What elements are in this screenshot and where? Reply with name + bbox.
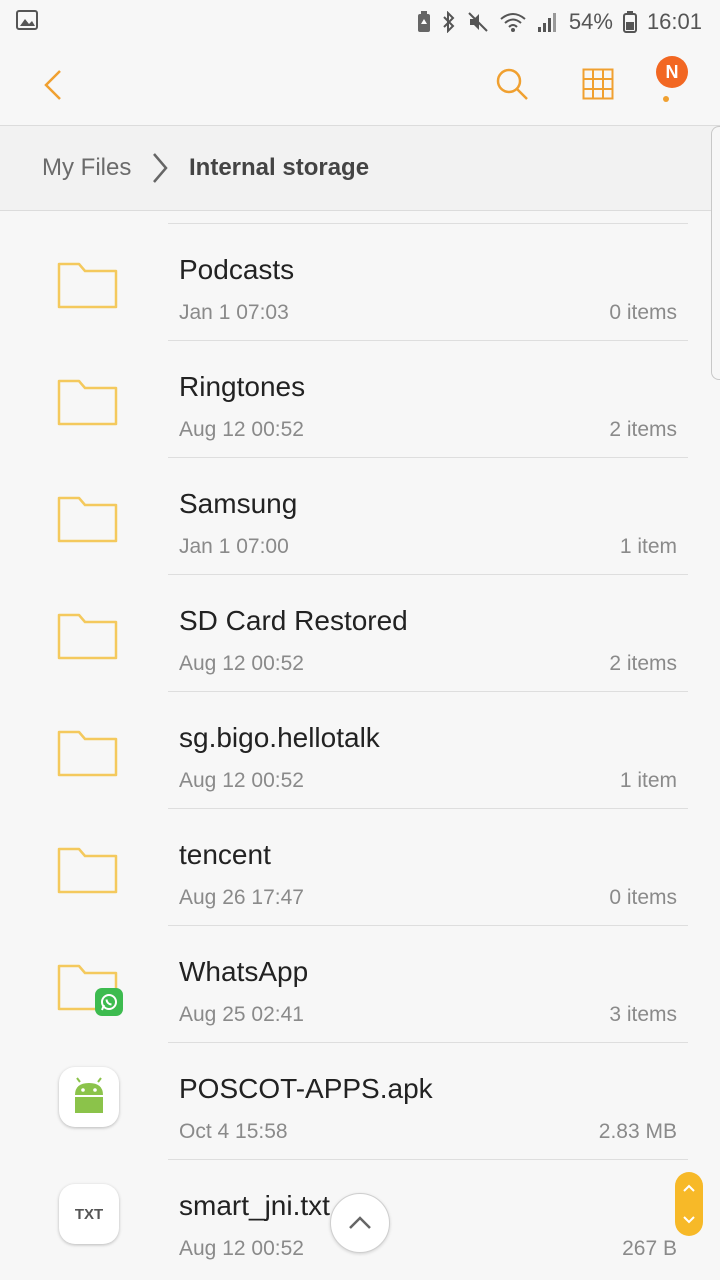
file-list: Podcasts Jan 1 07:03 0 items Ringtones A… <box>0 211 720 1280</box>
file-name: Podcasts <box>179 254 295 285</box>
file-size: 2.83 MB <box>598 1120 677 1143</box>
mute-icon <box>468 12 488 32</box>
status-icons: 54% 16:01 <box>417 8 702 36</box>
file-date: Jan 1 07:00 <box>179 535 289 558</box>
back-button[interactable] <box>30 62 76 108</box>
notification-badge: N <box>656 56 688 88</box>
file-date: Aug 12 00:52 <box>179 1237 304 1260</box>
android-apk-icon <box>59 1067 119 1127</box>
more-options-button[interactable]: N <box>640 56 700 116</box>
file-date: Oct 4 15:58 <box>179 1120 288 1143</box>
file-name: sg.bigo.hellotalk <box>179 722 380 753</box>
file-row-tencent[interactable]: tencent Aug 26 17:47 0 items <box>0 809 720 926</box>
text-file-icon: TXT <box>59 1184 119 1244</box>
grid-view-button[interactable] <box>574 60 622 108</box>
file-name: tencent <box>179 839 271 870</box>
file-name: SD Card Restored <box>179 605 408 636</box>
signal-icon <box>537 13 556 32</box>
file-date: Jan 1 07:03 <box>179 301 289 324</box>
file-row-whatsapp[interactable]: WhatsApp Aug 25 02:41 3 items <box>0 926 720 1043</box>
battery-saver-icon <box>417 11 430 32</box>
status-bar: 54% 16:01 <box>0 0 720 44</box>
file-name: WhatsApp <box>179 956 309 987</box>
file-date: Aug 12 00:52 <box>179 652 304 675</box>
app-bar: N <box>0 44 720 124</box>
bluetooth-icon <box>443 11 455 33</box>
file-row-sg-bigo-hellotalk[interactable]: sg.bigo.hellotalk Aug 12 00:52 1 item <box>0 692 720 809</box>
file-item-count: 2 items <box>609 418 677 441</box>
file-item-count: 1 item <box>619 769 677 792</box>
whatsapp-folder <box>55 956 123 1016</box>
grid-view-icon <box>582 68 614 100</box>
file-row-podcasts[interactable]: Podcasts Jan 1 07:03 0 items <box>0 224 720 341</box>
battery-percent: 54% <box>568 9 613 34</box>
file-name: Samsung <box>179 488 298 519</box>
file-item-count: 1 item <box>619 535 677 558</box>
wifi-icon <box>500 13 526 32</box>
folder-icon <box>57 379 118 426</box>
whatsapp-icon <box>95 988 123 1016</box>
file-item-count: 2 items <box>609 652 677 675</box>
file-row-samsung[interactable]: Samsung Jan 1 07:00 1 item <box>0 458 720 575</box>
file-date: Aug 25 02:41 <box>179 1003 304 1026</box>
scroll-to-top-button[interactable] <box>330 1193 390 1253</box>
breadcrumb: My Files Internal storage <box>0 126 720 210</box>
clock: 16:01 <box>646 9 702 34</box>
file-date: Aug 12 00:52 <box>179 418 304 441</box>
more-options-icon <box>663 96 669 102</box>
image-icon <box>16 10 38 30</box>
back-icon <box>44 70 61 100</box>
chevron-up-icon <box>683 1184 695 1192</box>
file-name: smart_jni.txt <box>179 1190 330 1221</box>
chevron-down-icon <box>683 1216 695 1224</box>
file-item-count: 3 items <box>609 1003 677 1026</box>
folder-icon <box>57 262 118 309</box>
search-button[interactable] <box>488 60 536 108</box>
fast-scroll-handle[interactable] <box>675 1172 703 1236</box>
file-name: POSCOT-APPS.apk <box>179 1073 433 1104</box>
chevron-right-icon <box>153 153 168 183</box>
file-size: 267 B <box>622 1237 677 1260</box>
file-name: Ringtones <box>179 371 306 402</box>
file-row-ringtones[interactable]: Ringtones Aug 12 00:52 2 items <box>0 341 720 458</box>
file-date: Aug 12 00:52 <box>179 769 304 792</box>
breadcrumb-internal-storage[interactable]: Internal storage <box>189 154 369 182</box>
folder-icon <box>57 496 118 543</box>
file-row-poscot-apps-apk[interactable]: POSCOT-APPS.apk Oct 4 15:58 2.83 MB <box>0 1043 720 1160</box>
file-row-sd-card-restored[interactable]: SD Card Restored Aug 12 00:52 2 items <box>0 575 720 692</box>
chevron-up-icon <box>349 1216 371 1229</box>
folder-icon <box>57 613 118 660</box>
search-icon <box>496 68 528 100</box>
battery-icon <box>622 11 637 33</box>
file-item-count: 0 items <box>609 886 677 909</box>
file-item-count: 0 items <box>609 301 677 324</box>
file-date: Aug 26 17:47 <box>179 886 304 909</box>
folder-icon <box>57 847 118 894</box>
breadcrumb-my-files[interactable]: My Files <box>42 154 131 182</box>
folder-icon <box>57 730 118 777</box>
